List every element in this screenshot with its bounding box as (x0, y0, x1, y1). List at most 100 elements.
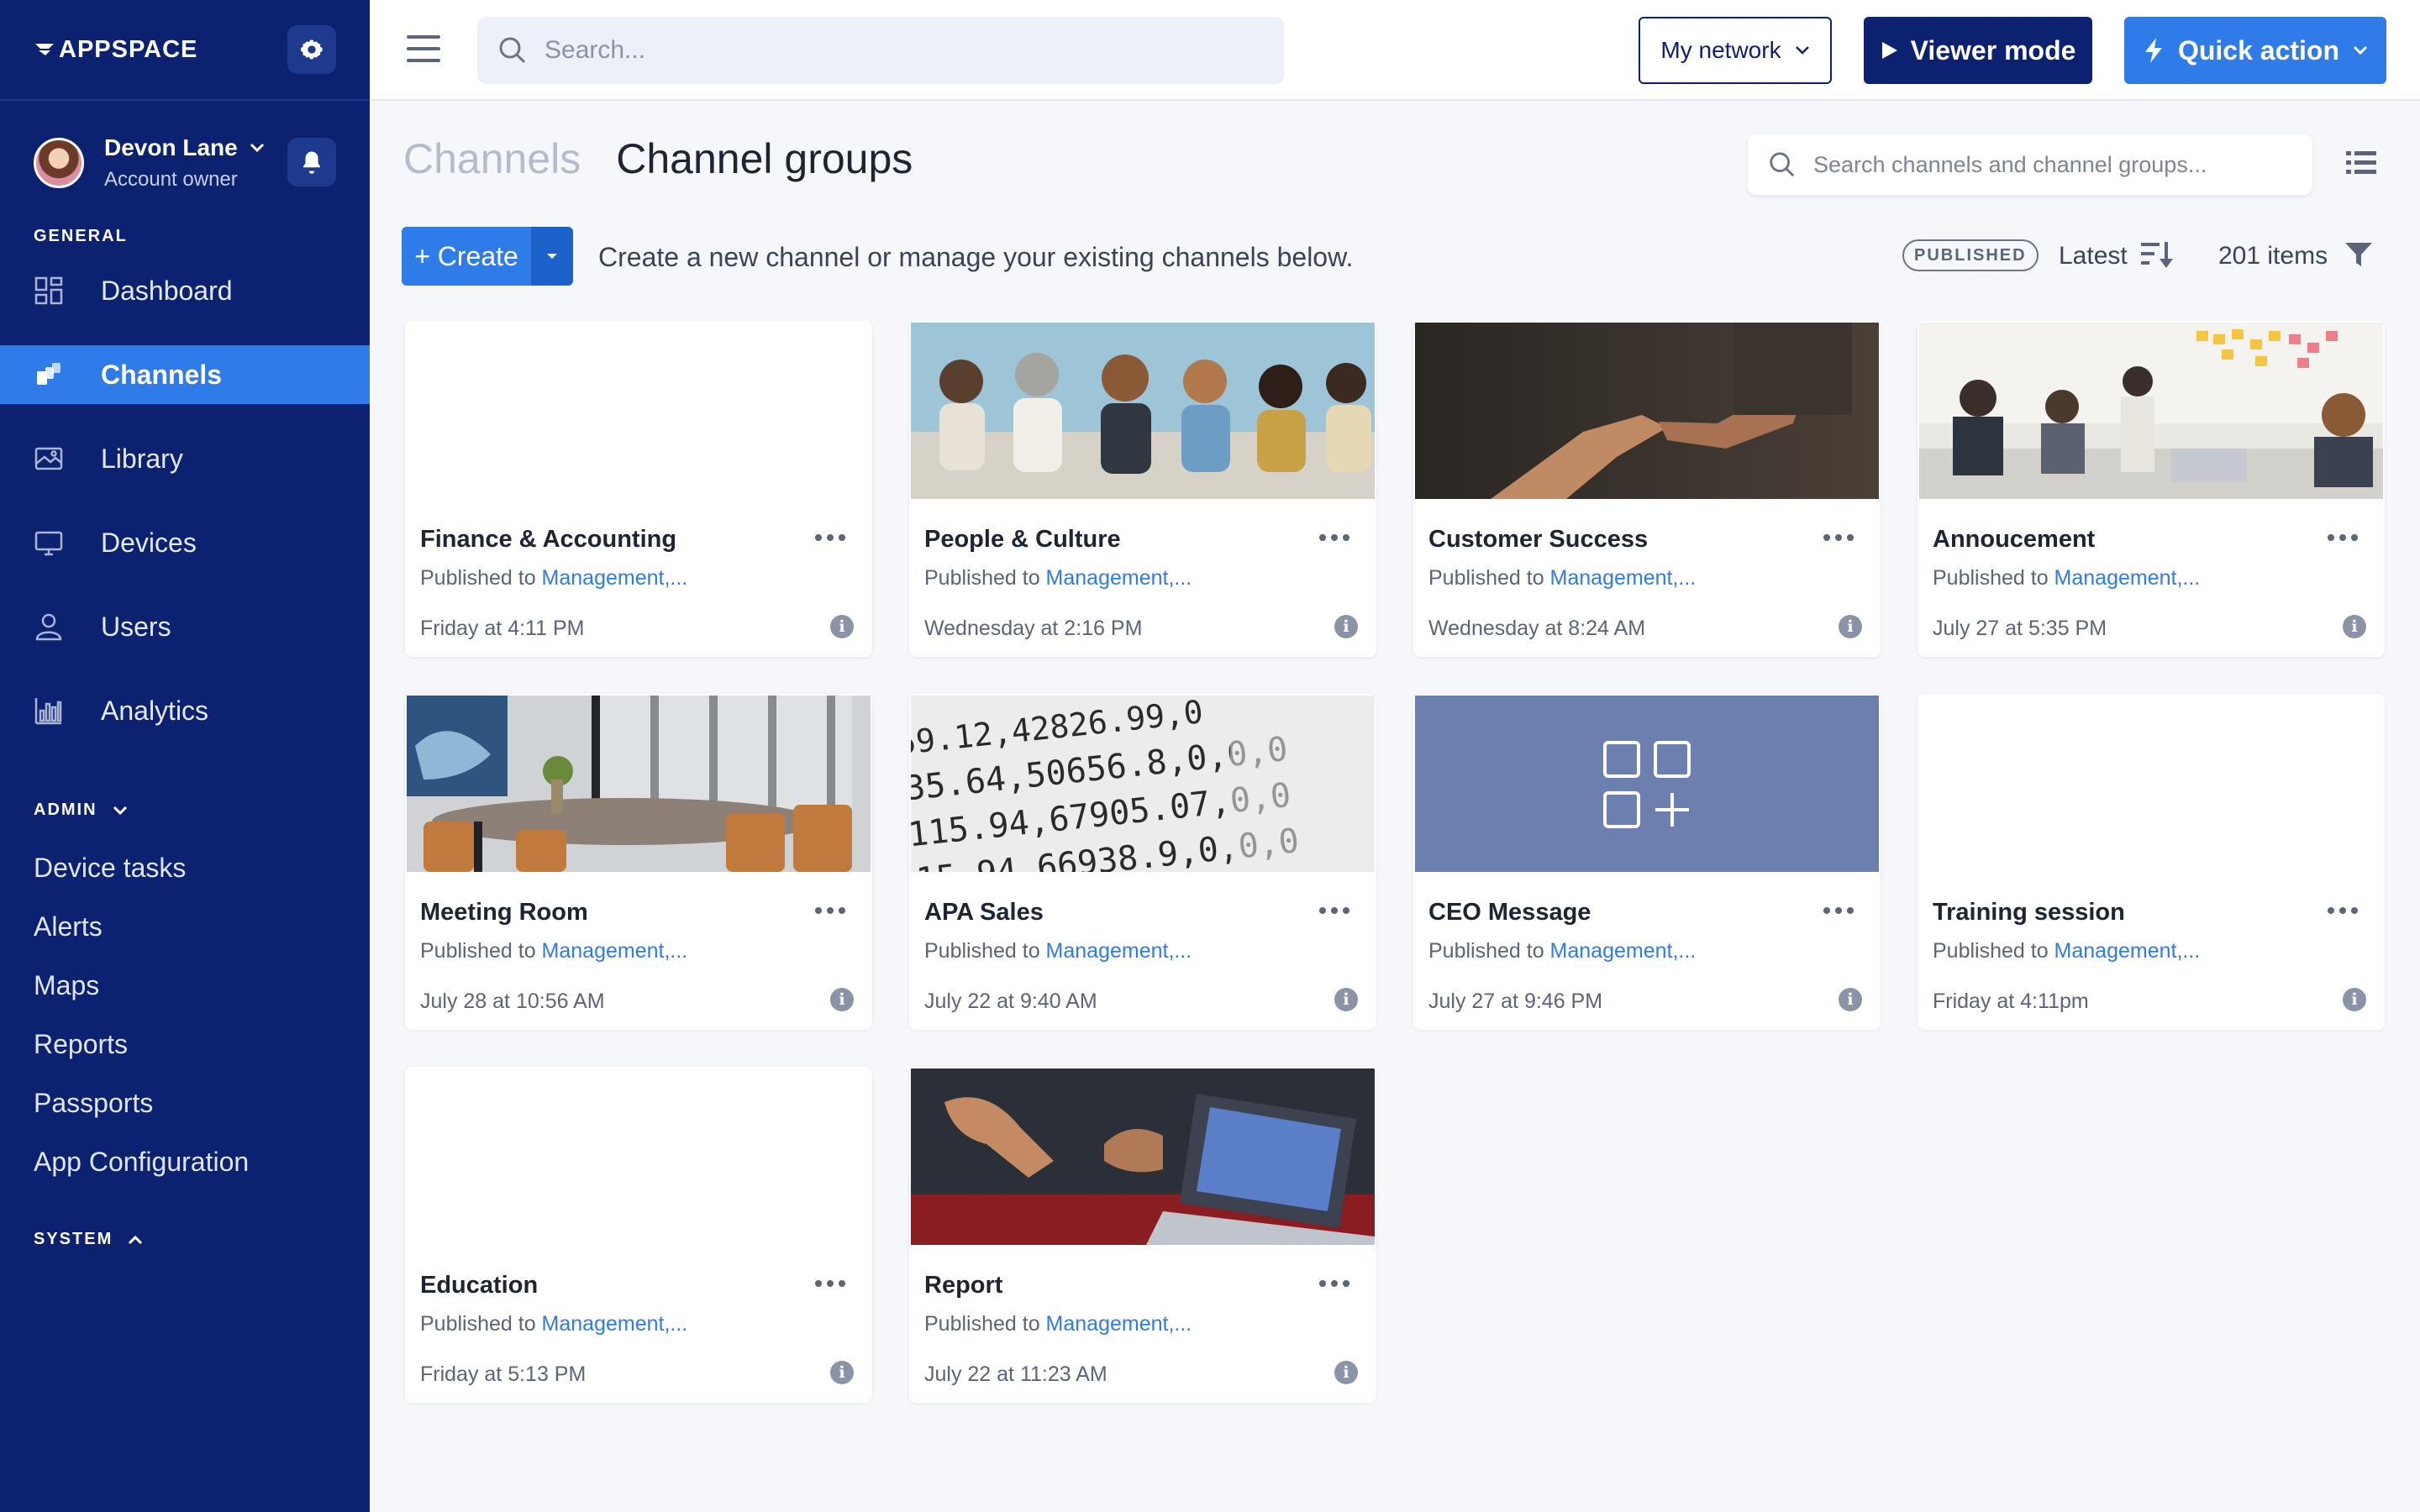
sidebar-item-reports[interactable]: Reports (0, 1015, 370, 1074)
channel-card[interactable]: Report Published to Management,... July … (909, 1067, 1376, 1403)
channel-card[interactable]: Annoucement Published to Management,... … (1918, 321, 2385, 657)
quick-action-button[interactable]: Quick action (2124, 17, 2386, 84)
sidebar-item-library[interactable]: Library (0, 429, 370, 488)
admin-section-toggle[interactable]: ADMIN (0, 801, 370, 820)
info-icon[interactable]: i (1334, 988, 1358, 1011)
channel-card[interactable]: 59.12,42826.99,0 35.64,50656.8,0,0,0 115… (909, 694, 1376, 1030)
channel-title[interactable]: Finance & Accounting (420, 526, 676, 554)
channel-thumbnail[interactable] (1919, 696, 2383, 872)
sidebar-item-dashboard[interactable]: Dashboard (0, 261, 370, 320)
channel-search-input[interactable] (1813, 151, 2301, 178)
settings-button[interactable] (287, 25, 336, 74)
more-options-icon[interactable] (1823, 907, 1857, 916)
channel-title[interactable]: Training session (1933, 899, 2125, 927)
channel-card[interactable]: People & Culture Published to Management… (909, 321, 1376, 657)
channel-title[interactable]: Customer Success (1428, 526, 1648, 554)
channel-thumbnail[interactable] (407, 1068, 871, 1245)
channel-card[interactable]: Meeting Room Published to Management,...… (405, 694, 872, 1030)
channel-title[interactable]: APA Sales (924, 899, 1044, 927)
channel-card[interactable]: Education Published to Management,... Fr… (405, 1067, 872, 1403)
menu-icon[interactable] (407, 35, 440, 66)
filter-icon[interactable] (2344, 240, 2373, 269)
channel-thumbnail[interactable]: 59.12,42826.99,0 35.64,50656.8,0,0,0 115… (911, 696, 1375, 872)
chevron-down-icon[interactable] (250, 143, 265, 153)
channel-thumbnail[interactable] (407, 323, 871, 499)
info-icon[interactable]: i (1839, 988, 1862, 1011)
channel-title[interactable]: People & Culture (924, 526, 1121, 554)
more-options-icon[interactable] (2328, 907, 2361, 916)
channel-card[interactable]: Training session Published to Management… (1918, 694, 2385, 1030)
more-options-icon[interactable] (815, 534, 849, 543)
status-badge[interactable]: PUBLISHED (1902, 239, 2039, 271)
avatar[interactable] (34, 138, 84, 188)
sidebar-item-alerts[interactable]: Alerts (0, 897, 370, 956)
create-button[interactable]: + Create (402, 227, 531, 286)
create-dropdown-button[interactable] (531, 227, 573, 286)
global-search-input[interactable] (544, 36, 1267, 65)
published-to-link[interactable]: Management,... (1046, 939, 1192, 963)
sidebar-item-app-configuration[interactable]: App Configuration (0, 1132, 370, 1191)
channel-card[interactable]: Customer Success Published to Management… (1413, 321, 1881, 657)
info-icon[interactable]: i (830, 1361, 854, 1384)
info-icon[interactable]: i (830, 615, 854, 638)
published-to-link[interactable]: Management,... (2054, 939, 2201, 963)
info-icon[interactable]: i (1334, 615, 1358, 638)
published-to-link[interactable]: Management,... (1550, 939, 1697, 963)
more-options-icon[interactable] (1319, 534, 1353, 543)
sidebar-item-users[interactable]: Users (0, 597, 370, 656)
channel-thumbnail[interactable] (1919, 323, 2383, 499)
appspace-logo[interactable]: APPSPACE (34, 36, 197, 64)
sort-label[interactable]: Latest (2059, 242, 2128, 270)
channel-thumbnail[interactable] (407, 696, 871, 872)
channel-thumbnail[interactable] (911, 323, 1375, 499)
sidebar-item-channels[interactable]: Channels (0, 345, 370, 404)
channel-thumbnail[interactable] (1415, 323, 1879, 499)
published-to-link[interactable]: Management,... (542, 566, 688, 590)
published-to-link[interactable]: Management,... (1046, 566, 1192, 590)
more-options-icon[interactable] (815, 907, 849, 916)
published-to-link[interactable]: Management,... (542, 1312, 688, 1336)
more-options-icon[interactable] (1823, 534, 1857, 543)
published-to-link[interactable]: Management,... (542, 939, 688, 963)
published-prefix: Published to (924, 939, 1046, 963)
sidebar-item-device-tasks[interactable]: Device tasks (0, 838, 370, 897)
list-view-icon[interactable] (2346, 150, 2376, 176)
channel-title[interactable]: CEO Message (1428, 899, 1591, 927)
channel-card[interactable]: Finance & Accounting Published to Manage… (405, 321, 872, 657)
sidebar-item-maps[interactable]: Maps (0, 956, 370, 1015)
channel-search[interactable] (1748, 134, 2312, 195)
sidebar-item-devices[interactable]: Devices (0, 513, 370, 572)
tab-channels[interactable]: Channels (403, 134, 581, 183)
published-to-link[interactable]: Management,... (2054, 566, 2201, 590)
viewer-mode-button[interactable]: Viewer mode (1864, 17, 2092, 84)
more-options-icon[interactable] (815, 1280, 849, 1289)
channel-title[interactable]: Meeting Room (420, 899, 588, 927)
published-to-link[interactable]: Management,... (1550, 566, 1697, 590)
sort-icon[interactable] (2141, 240, 2173, 269)
user-profile[interactable]: Devon Lane Account owner (0, 101, 370, 225)
play-icon (1881, 42, 1897, 59)
more-options-icon[interactable] (1319, 907, 1353, 916)
channel-title[interactable]: Education (420, 1272, 538, 1299)
info-icon[interactable]: i (1334, 1361, 1358, 1384)
channel-thumbnail[interactable] (1415, 696, 1879, 872)
sidebar-item-passports[interactable]: Passports (0, 1074, 370, 1132)
notifications-button[interactable] (287, 138, 336, 186)
channel-title[interactable]: Annoucement (1933, 526, 2095, 554)
published-prefix: Published to (420, 1312, 542, 1336)
info-icon[interactable]: i (830, 988, 854, 1011)
published-to-link[interactable]: Management,... (1046, 1312, 1192, 1336)
channel-card[interactable]: CEO Message Published to Management,... … (1413, 694, 1881, 1030)
info-icon[interactable]: i (2343, 615, 2366, 638)
system-section-toggle[interactable]: SYSTEM (0, 1230, 370, 1249)
more-options-icon[interactable] (2328, 534, 2361, 543)
channel-thumbnail[interactable] (911, 1068, 1375, 1245)
global-search[interactable] (477, 17, 1284, 84)
sidebar-item-analytics[interactable]: Analytics (0, 681, 370, 740)
tab-channel-groups[interactable]: Channel groups (616, 134, 913, 183)
network-select[interactable]: My network (1639, 17, 1832, 84)
channel-title[interactable]: Report (924, 1272, 1002, 1299)
info-icon[interactable]: i (2343, 988, 2366, 1011)
info-icon[interactable]: i (1839, 615, 1862, 638)
more-options-icon[interactable] (1319, 1280, 1353, 1289)
